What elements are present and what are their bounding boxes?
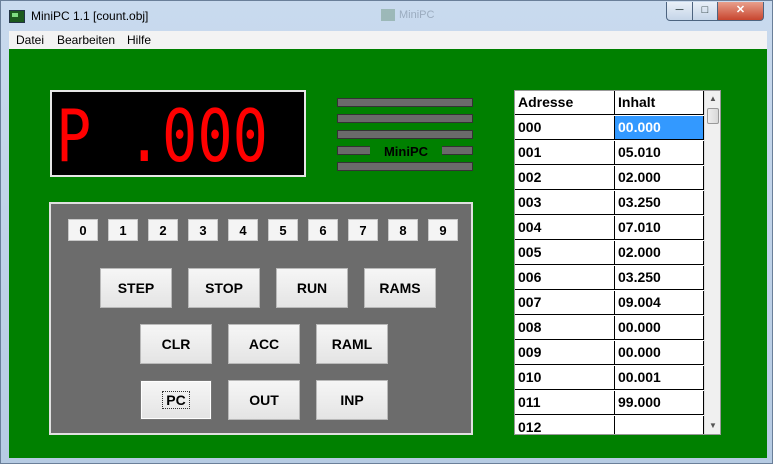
app-window: MiniPC 1.1 [count.obj] MiniPC ─ □ ✕ Date… — [0, 0, 773, 464]
scroll-down-arrow-icon[interactable]: ▼ — [705, 418, 720, 434]
memory-content-cell[interactable]: 99.000 — [615, 391, 704, 415]
clr-button[interactable]: CLR — [140, 324, 212, 364]
bar-2 — [337, 114, 473, 123]
out-button[interactable]: OUT — [228, 380, 300, 420]
memory-content-cell[interactable]: 00.000 — [615, 116, 704, 140]
memory-content-cell[interactable]: 02.000 — [615, 241, 704, 265]
column-header-adresse[interactable]: Adresse — [515, 91, 615, 115]
memory-content-cell[interactable]: 07.010 — [615, 216, 704, 240]
run-button[interactable]: RUN — [276, 268, 348, 308]
background-window-ghost: MiniPC — [381, 9, 451, 25]
memory-content-cell[interactable]: 02.000 — [615, 166, 704, 190]
minimize-button[interactable]: ─ — [666, 2, 693, 21]
memory-address-cell[interactable]: 001 — [515, 141, 615, 165]
keypad-panel: 0 1 2 3 4 5 6 7 8 9 STEP STOP RUN RAMS C… — [49, 202, 473, 435]
inp-button[interactable]: INP — [316, 380, 388, 420]
digit-key-1[interactable]: 1 — [108, 219, 138, 241]
acc-button[interactable]: ACC — [228, 324, 300, 364]
memory-content-cell[interactable]: 03.250 — [615, 266, 704, 290]
vertical-scrollbar[interactable]: ▲ ▼ — [704, 91, 720, 434]
memory-address-cell[interactable]: 002 — [515, 166, 615, 190]
digit-key-4[interactable]: 4 — [228, 219, 258, 241]
pc-button-label: PC — [162, 391, 190, 409]
memory-address-cell[interactable]: 005 — [515, 241, 615, 265]
close-button[interactable]: ✕ — [717, 2, 764, 21]
memory-address-cell[interactable]: 004 — [515, 216, 615, 240]
digit-key-0[interactable]: 0 — [68, 219, 98, 241]
memory-content-cell[interactable] — [615, 416, 704, 434]
digit-key-8[interactable]: 8 — [388, 219, 418, 241]
digit-key-9[interactable]: 9 — [428, 219, 458, 241]
memory-address-cell[interactable]: 009 — [515, 341, 615, 365]
raml-button[interactable]: RAML — [316, 324, 388, 364]
menu-bearbeiten[interactable]: Bearbeiten — [57, 33, 115, 47]
window-title: MiniPC 1.1 [count.obj] — [31, 9, 149, 23]
stop-button[interactable]: STOP — [188, 268, 260, 308]
bar-3 — [337, 130, 473, 139]
memory-address-cell[interactable]: 007 — [515, 291, 615, 315]
memory-table[interactable]: Adresse Inhalt 000 00.000 001 05.010 002 02.0… — [514, 90, 721, 435]
digit-key-2[interactable]: 2 — [148, 219, 178, 241]
memory-address-cell[interactable]: 011 — [515, 391, 615, 415]
pc-button[interactable]: PC — [140, 380, 212, 420]
digit-key-6[interactable]: 6 — [308, 219, 338, 241]
memory-address-cell[interactable]: 008 — [515, 316, 615, 340]
memory-content-cell[interactable]: 00.000 — [615, 316, 704, 340]
step-button[interactable]: STEP — [100, 268, 172, 308]
scroll-up-arrow-icon[interactable]: ▲ — [705, 91, 720, 107]
ghost-title: MiniPC — [399, 9, 435, 21]
display-readout: P .000 — [56, 94, 268, 175]
ghost-app-icon — [381, 9, 395, 22]
memory-address-cell[interactable]: 000 — [515, 116, 615, 140]
brand-label: MiniPC — [383, 144, 429, 159]
menu-datei[interactable]: Datei — [16, 33, 44, 47]
close-icon: ✕ — [735, 4, 746, 16]
main-panel: P .000 MiniPC 0 1 2 3 4 5 6 7 8 9 STEP S — [9, 49, 767, 458]
column-header-inhalt[interactable]: Inhalt — [615, 91, 704, 115]
memory-address-cell[interactable]: 003 — [515, 191, 615, 215]
seven-segment-display: P .000 — [50, 90, 306, 177]
memory-content-cell[interactable]: 00.000 — [615, 341, 704, 365]
app-icon — [9, 10, 25, 23]
title-bar[interactable]: MiniPC 1.1 [count.obj] MiniPC ─ □ ✕ — [1, 1, 772, 31]
scroll-thumb[interactable] — [707, 108, 719, 124]
memory-content-cell[interactable]: 03.250 — [615, 191, 704, 215]
digit-key-5[interactable]: 5 — [268, 219, 298, 241]
rams-button[interactable]: RAMS — [364, 268, 436, 308]
memory-content-cell[interactable]: 09.004 — [615, 291, 704, 315]
minimize-icon: ─ — [675, 4, 684, 16]
menu-hilfe[interactable]: Hilfe — [127, 33, 151, 47]
memory-content-cell[interactable]: 00.001 — [615, 366, 704, 390]
maximize-icon: □ — [701, 4, 709, 16]
digit-key-3[interactable]: 3 — [188, 219, 218, 241]
menu-bar: Datei Bearbeiten Hilfe — [9, 31, 767, 50]
maximize-button[interactable]: □ — [692, 2, 718, 21]
memory-content-cell[interactable]: 05.010 — [615, 141, 704, 165]
display-text: P .000 — [56, 94, 268, 175]
memory-address-cell[interactable]: 006 — [515, 266, 615, 290]
memory-address-cell[interactable]: 012 — [515, 416, 615, 434]
bar-5 — [337, 162, 473, 171]
digit-key-7[interactable]: 7 — [348, 219, 378, 241]
bar-1 — [337, 98, 473, 107]
memory-address-cell[interactable]: 010 — [515, 366, 615, 390]
